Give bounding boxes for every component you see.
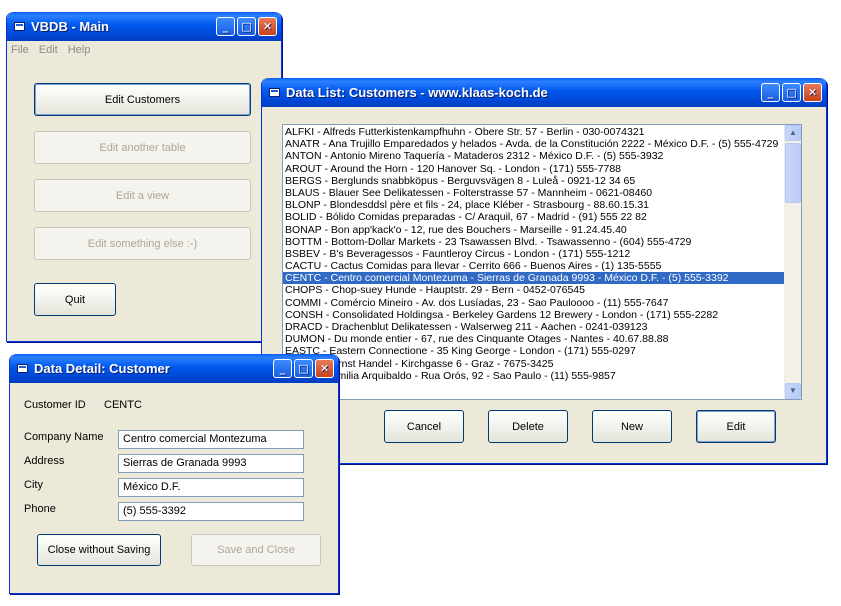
minimize-icon[interactable]: _ — [216, 17, 235, 36]
menu-help[interactable]: Help — [68, 44, 91, 56]
maximize-icon[interactable]: □ — [237, 17, 256, 36]
menu-file[interactable]: File — [11, 44, 29, 56]
close-icon[interactable]: ✕ — [315, 359, 334, 378]
scroll-down-icon[interactable]: ▼ — [785, 383, 801, 399]
edit-customers-button[interactable]: Edit Customers — [34, 83, 251, 116]
app-window-icon — [17, 364, 28, 373]
list-item[interactable]: ANTON - Antonio Mireno Taquería - Matade… — [283, 150, 801, 162]
list-item[interactable]: BOTTM - Bottom-Dollar Markets - 23 Tsawa… — [283, 236, 801, 248]
list-item[interactable]: CENTC - Centro comercial Montezuma - Sie… — [283, 272, 801, 285]
list-item[interactable]: DUMON - Du monde entier - 67, rue des Ci… — [283, 333, 801, 345]
data-detail-controls: _ □ ✕ — [273, 359, 334, 378]
minimize-icon[interactable]: _ — [761, 83, 780, 102]
scroll-up-icon[interactable]: ▲ — [785, 125, 801, 141]
close-icon[interactable]: ✕ — [803, 83, 822, 102]
list-item[interactable]: BERGS - Berglunds snabbköpus - Berguvsvä… — [283, 175, 801, 187]
data-detail-title: Data Detail: Customer — [34, 361, 170, 376]
list-item[interactable]: DRACD - Drachenblut Delikatessen - Walse… — [283, 321, 801, 333]
data-list-window: Data List: Customers - www.klaas-koch.de… — [261, 78, 827, 464]
address-field[interactable]: Sierras de Granada 9993 — [118, 454, 304, 473]
list-item[interactable]: CACTU - Cactus Comidas para llevar - Cer… — [283, 260, 801, 272]
list-item[interactable]: ALFKI - Alfreds Futterkistenkampfhuhn - … — [283, 126, 801, 138]
data-list-titlebar[interactable]: Data List: Customers - www.klaas-koch.de… — [262, 78, 826, 107]
list-item[interactable]: BLONP - Blondesddsl père et fils - 24, p… — [283, 199, 801, 211]
close-without-saving-button[interactable]: Close without Saving — [37, 534, 161, 566]
customer-listbox[interactable]: ALFKI - Alfreds Futterkistenkampfhuhn - … — [282, 124, 802, 400]
list-item[interactable]: FAMIA - Familia Arquibaldo - Rua Orós, 9… — [283, 370, 801, 382]
menu-edit[interactable]: Edit — [39, 44, 58, 56]
customer-id-label: Customer ID — [24, 399, 86, 411]
save-and-close-button[interactable]: Save and Close — [191, 534, 321, 566]
main-window-titlebar[interactable]: VBDB - Main _ □ ✕ — [7, 12, 281, 41]
main-menubar: File Edit Help — [7, 41, 281, 59]
data-list-title: Data List: Customers - www.klaas-koch.de — [286, 85, 548, 100]
maximize-icon[interactable]: □ — [294, 359, 313, 378]
list-item[interactable]: ERNSH - Ernst Handel - Kirchgasse 6 - Gr… — [283, 358, 801, 370]
list-vertical-scrollbar[interactable]: ▲ ▼ — [784, 125, 801, 399]
list-item[interactable]: BONAP - Bon app'kack'o - 12, rue des Bou… — [283, 224, 801, 236]
list-item[interactable]: EASTC - Eastern Connectione - 35 King Ge… — [283, 345, 801, 357]
list-item[interactable]: BOLID - Bólido Comidas preparadas - C/ A… — [283, 211, 801, 223]
edit-button[interactable]: Edit — [696, 410, 776, 443]
main-window-controls: _ □ ✕ — [216, 17, 277, 36]
phone-field[interactable]: (5) 555-3392 — [118, 502, 304, 521]
main-window: VBDB - Main _ □ ✕ File Edit Help Edit Cu… — [6, 12, 282, 342]
data-detail-titlebar[interactable]: Data Detail: Customer _ □ ✕ — [10, 354, 338, 383]
scroll-thumb[interactable] — [785, 143, 801, 203]
close-icon[interactable]: ✕ — [258, 17, 277, 36]
list-item[interactable]: CHOPS - Chop-suey Hunde - Hauptstr. 29 -… — [283, 284, 801, 296]
cancel-button[interactable]: Cancel — [384, 410, 464, 443]
edit-view-button[interactable]: Edit a view — [34, 179, 251, 212]
data-detail-window: Data Detail: Customer _ □ ✕ Customer ID … — [9, 354, 339, 594]
customer-id-value: CENTC — [104, 399, 142, 411]
list-item[interactable]: CONSH - Consolidated Holdingsa - Berkele… — [283, 309, 801, 321]
list-item[interactable]: BLAUS - Blauer See Delikatessen - Folter… — [283, 187, 801, 199]
city-field[interactable]: México D.F. — [118, 478, 304, 497]
main-window-title: VBDB - Main — [31, 19, 109, 34]
city-label: City — [24, 479, 43, 491]
company-name-field[interactable]: Centro comercial Montezuma — [118, 430, 304, 449]
edit-something-else-button[interactable]: Edit something else :-) — [34, 227, 251, 260]
customer-list-rows: ALFKI - Alfreds Futterkistenkampfhuhn - … — [283, 125, 801, 382]
delete-button[interactable]: Delete — [488, 410, 568, 443]
minimize-icon[interactable]: _ — [273, 359, 292, 378]
app-window-icon — [14, 22, 25, 31]
address-label: Address — [24, 455, 65, 467]
quit-button[interactable]: Quit — [34, 283, 116, 316]
company-name-label: Company Name — [24, 431, 104, 443]
new-button[interactable]: New — [592, 410, 672, 443]
list-item[interactable]: ANATR - Ana Trujillo Emparedados y helad… — [283, 138, 801, 150]
app-window-icon — [269, 88, 280, 97]
list-item[interactable]: AROUT - Around the Horn - 120 Hanover Sq… — [283, 163, 801, 175]
phone-label: Phone — [24, 503, 56, 515]
data-list-controls: _ □ ✕ — [761, 83, 822, 102]
edit-another-table-button[interactable]: Edit another table — [34, 131, 251, 164]
maximize-icon[interactable]: □ — [782, 83, 801, 102]
list-item[interactable]: COMMI - Comércio Mineiro - Av. dos Lusía… — [283, 297, 801, 309]
list-item[interactable]: BSBEV - B's Beveragessos - Fauntleroy Ci… — [283, 248, 801, 260]
